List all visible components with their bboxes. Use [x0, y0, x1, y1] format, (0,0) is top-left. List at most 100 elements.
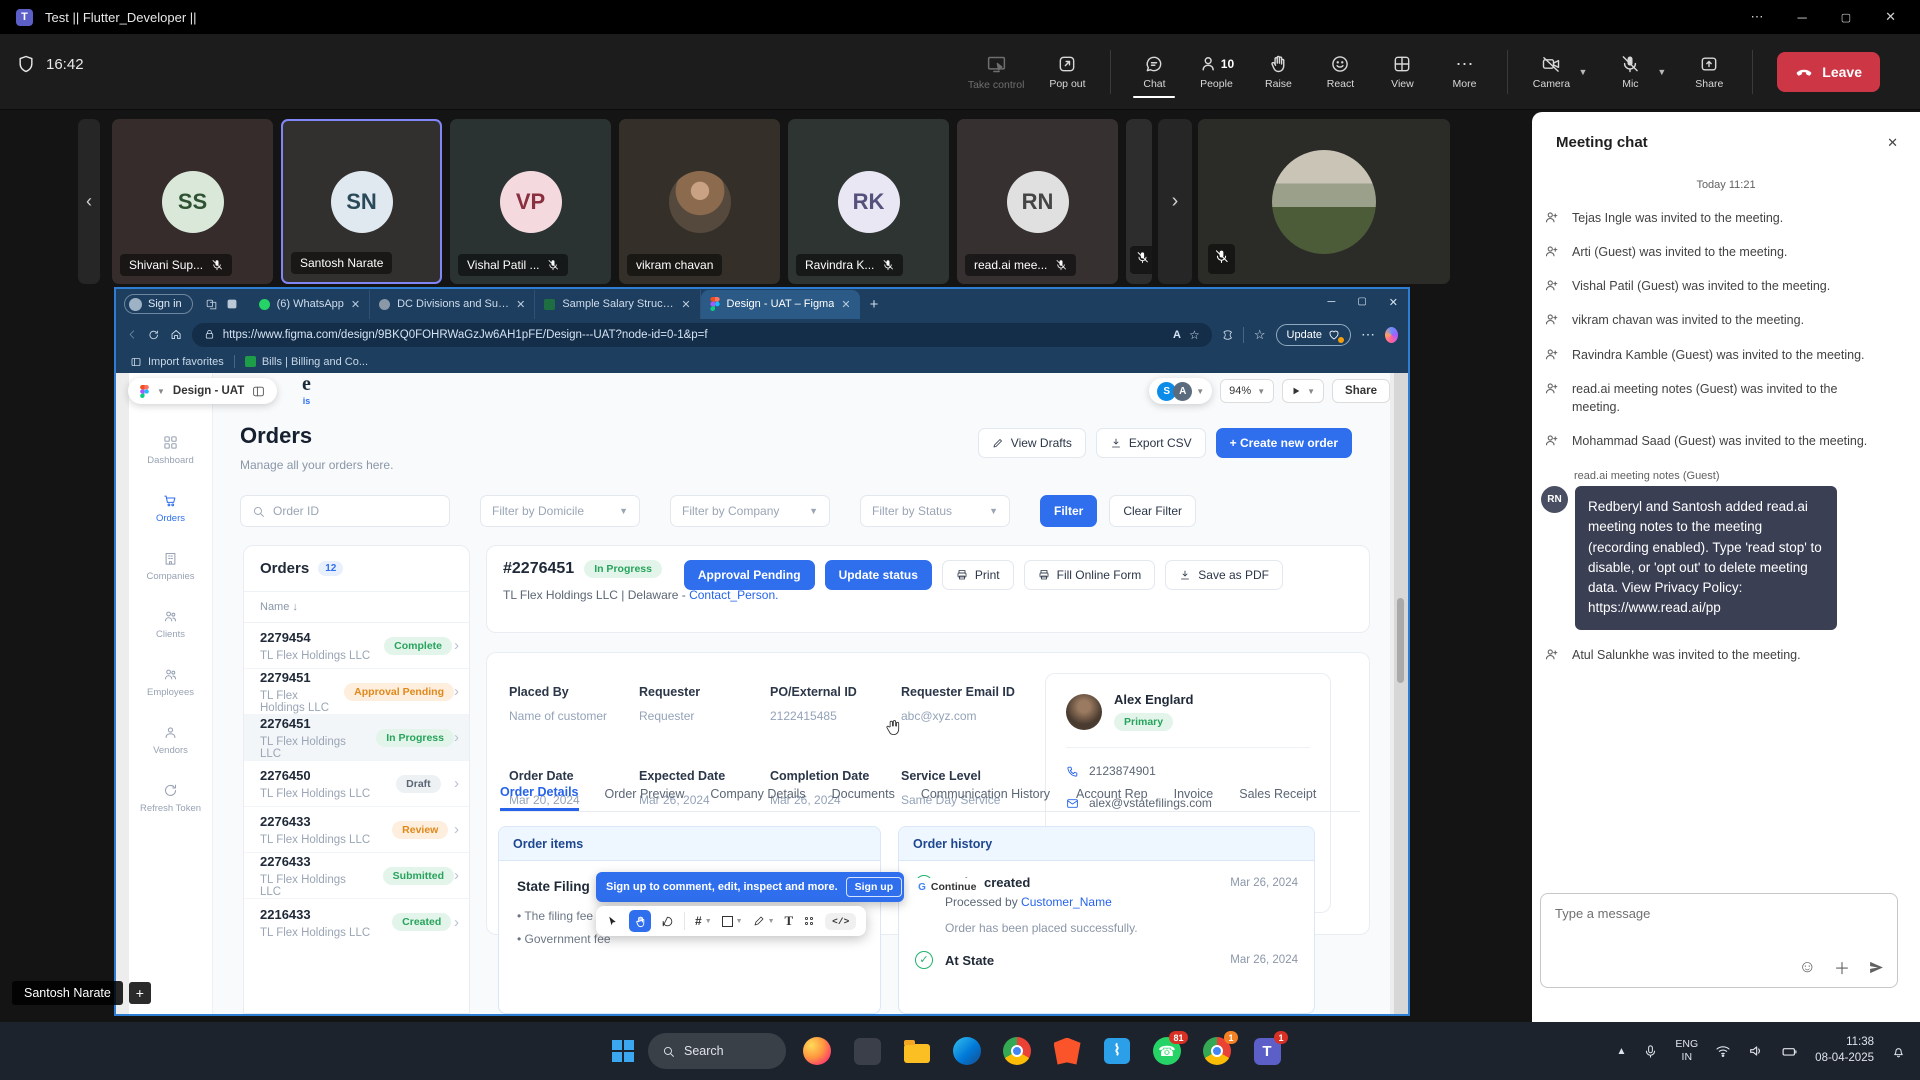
workspaces-icon[interactable]	[205, 298, 218, 311]
camera-button[interactable]: Camera	[1532, 54, 1570, 90]
leave-button[interactable]: Leave	[1777, 52, 1880, 92]
view-drafts-button[interactable]: View Drafts	[978, 428, 1086, 458]
chevron-right-icon[interactable]: ›	[454, 683, 459, 700]
signup-button[interactable]: Sign up	[846, 877, 903, 897]
minimize-icon[interactable]: ─	[1797, 10, 1806, 25]
customer-name-link[interactable]: Customer_Name	[1021, 895, 1112, 909]
participant-tile-partial[interactable]	[1126, 119, 1152, 284]
hand-tool-selected-icon[interactable]	[629, 910, 651, 932]
volume-icon[interactable]	[1748, 1043, 1764, 1059]
tray-mic-icon[interactable]	[1643, 1044, 1658, 1059]
browser-tab-dc-divisions[interactable]: DC Divisions and Surroundings✕	[370, 290, 535, 319]
tab-close-icon[interactable]: ✕	[516, 298, 525, 311]
tab-close-icon[interactable]: ✕	[681, 298, 690, 311]
bookmark-bills[interactable]: Bills | Billing and Co...	[245, 356, 368, 368]
tab-invoice[interactable]: Invoice	[1174, 787, 1214, 810]
save-as-pdf-button[interactable]: Save as PDF	[1165, 560, 1283, 590]
order-row[interactable]: 2279454TL Flex Holdings LLCComplete›	[244, 623, 469, 669]
filter-domicile-select[interactable]: Filter by Domicile▼	[480, 495, 640, 527]
browser-settings-icon[interactable]: ⋯	[1361, 326, 1375, 343]
figma-file-toolbar[interactable]: ▼ Design - UAT	[128, 378, 277, 404]
chevron-right-icon[interactable]: ›	[454, 729, 459, 746]
send-icon[interactable]	[1868, 959, 1885, 976]
participant-tile[interactable]: VP Vishal Patil ...	[450, 119, 611, 284]
tab-close-icon[interactable]: ✕	[351, 298, 360, 311]
sidebar-item-clients[interactable]: Clients	[156, 609, 185, 640]
view-button[interactable]: View	[1383, 54, 1421, 90]
chevron-right-icon[interactable]: ›	[454, 775, 459, 792]
browser-tab-salary-sheet[interactable]: Sample Salary Structure with calc✕	[535, 290, 700, 319]
order-row[interactable]: 2279451TL Flex Holdings LLCApproval Pend…	[244, 669, 469, 715]
column-header-name[interactable]: Name ↓	[244, 591, 469, 623]
edge-icon[interactable]	[952, 1036, 982, 1066]
start-button[interactable]	[608, 1036, 638, 1066]
file-explorer-icon[interactable]	[902, 1036, 932, 1066]
people-button[interactable]: 10 People	[1197, 54, 1235, 90]
notification-bell-icon[interactable]	[1891, 1044, 1906, 1059]
tab-order-preview[interactable]: Order Preview	[605, 787, 685, 810]
chevron-right-icon[interactable]: ›	[454, 914, 459, 931]
favorites-list-icon[interactable]: ☆	[1254, 327, 1266, 343]
firefox-icon[interactable]	[802, 1036, 832, 1066]
refresh-icon[interactable]	[148, 328, 159, 342]
collaborator-avatar[interactable]: A	[1173, 382, 1192, 401]
bookmark-import-favorites[interactable]: Import favorites	[130, 356, 224, 368]
tab-company-details[interactable]: Company Details	[710, 787, 805, 810]
app-icon[interactable]	[852, 1036, 882, 1066]
sidebar-item-vendors[interactable]: Vendors	[153, 725, 188, 756]
tab-communication-history[interactable]: Communication History	[921, 787, 1050, 810]
copilot-icon[interactable]	[1385, 327, 1398, 343]
participant-tile[interactable]: RN read.ai mee...	[957, 119, 1118, 284]
sidebar-item-refresh-token[interactable]: Refresh Token	[140, 783, 201, 814]
chrome-profile-icon[interactable]: 1	[1202, 1036, 1232, 1066]
clear-filter-button[interactable]: Clear Filter	[1109, 495, 1196, 527]
filter-button[interactable]: Filter	[1040, 495, 1097, 527]
tab-documents[interactable]: Documents	[832, 787, 895, 810]
whatsapp-icon[interactable]: ☎81	[1152, 1036, 1182, 1066]
emoji-icon[interactable]: ☺	[1799, 957, 1816, 977]
battery-icon[interactable]	[1781, 1043, 1798, 1060]
order-id-input[interactable]	[273, 504, 423, 518]
wifi-icon[interactable]	[1715, 1043, 1731, 1059]
text-tool[interactable]: T	[785, 913, 794, 929]
more-button[interactable]: ⋯ More	[1445, 54, 1483, 90]
new-tab-button[interactable]: +	[870, 296, 879, 313]
camera-options-chevron[interactable]: ▼	[1578, 67, 1587, 77]
participant-tile[interactable]: vikram chavan	[619, 119, 780, 284]
move-tool-icon[interactable]	[606, 915, 619, 928]
frame-tool[interactable]: #▼	[695, 914, 712, 928]
read-aloud-icon[interactable]: A	[1173, 329, 1181, 341]
chat-close-icon[interactable]: ✕	[1887, 135, 1898, 151]
chevron-right-icon[interactable]: ›	[454, 867, 459, 884]
vscode-icon[interactable]: ⌇	[1102, 1036, 1132, 1066]
layout-panel-icon[interactable]	[252, 385, 265, 398]
sidebar-item-employees[interactable]: Employees	[147, 667, 194, 698]
dev-mode-toggle[interactable]: </>	[825, 913, 856, 930]
browser-minimize-icon[interactable]: ─	[1328, 296, 1336, 309]
tab-actions-icon[interactable]	[226, 298, 238, 310]
google-continue-button[interactable]: G Continue	[910, 878, 984, 896]
participant-tile-self[interactable]	[1198, 119, 1450, 284]
order-row[interactable]: 2216433TL Flex Holdings LLCCreated›	[244, 899, 469, 945]
maximize-icon[interactable]: ▢	[1841, 11, 1851, 24]
present-button[interactable]: ▼	[1282, 379, 1324, 403]
home-icon[interactable]	[170, 327, 182, 342]
approval-pending-button[interactable]: Approval Pending	[684, 560, 815, 590]
tab-sales-receipt[interactable]: Sales Receipt	[1239, 787, 1316, 810]
export-csv-button[interactable]: Export CSV	[1096, 428, 1206, 458]
browser-close-icon[interactable]: ✕	[1389, 296, 1398, 309]
actions-tool-icon[interactable]	[803, 915, 815, 927]
tray-chevron-icon[interactable]: ▲	[1617, 1046, 1627, 1057]
order-id-search[interactable]	[240, 495, 450, 527]
zoom-level-select[interactable]: 94%▼	[1220, 379, 1274, 403]
contact-person-link[interactable]: Contact_Person.	[689, 588, 778, 602]
sidebar-item-companies[interactable]: Companies	[146, 551, 194, 582]
chat-button[interactable]: Chat	[1135, 54, 1173, 90]
filter-status-select[interactable]: Filter by Status▼	[860, 495, 1010, 527]
sidebar-item-orders[interactable]: Orders	[156, 493, 185, 524]
chevron-down-icon[interactable]: ▼	[1307, 387, 1315, 396]
update-status-button[interactable]: Update status	[825, 560, 932, 590]
participant-tile[interactable]: RK Ravindra K...	[788, 119, 949, 284]
sidebar-item-dashboard[interactable]: Dashboard	[147, 435, 193, 466]
fill-online-form-button[interactable]: Fill Online Form	[1024, 560, 1156, 590]
